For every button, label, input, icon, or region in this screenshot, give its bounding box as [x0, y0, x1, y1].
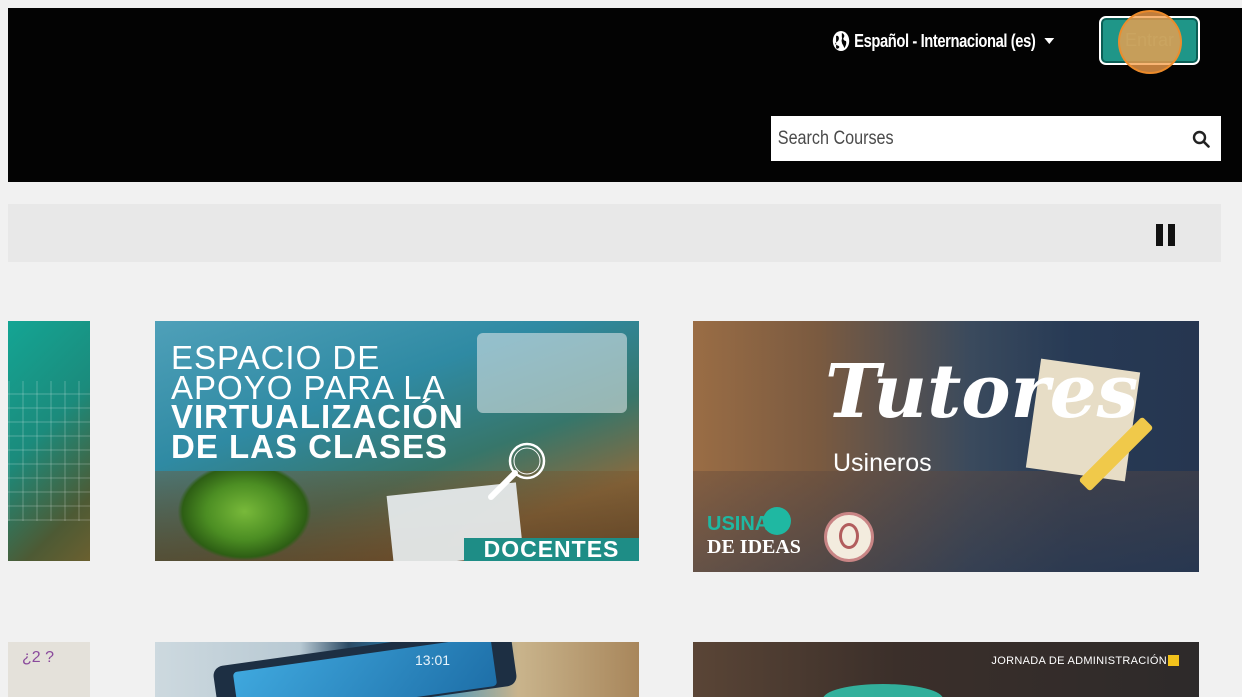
search-button[interactable]: [1181, 116, 1221, 161]
usina-logo: USINA DE IDEAS: [707, 507, 817, 563]
magnifier-icon: [488, 442, 546, 500]
course-card-tutores[interactable]: Tutores Usineros USINA DE IDEAS: [693, 321, 1199, 572]
search-courses: [771, 116, 1221, 161]
course-title-line: DE LAS CLASES: [171, 428, 449, 465]
pause-icon-bar: [1168, 224, 1175, 246]
globe-icon: [832, 31, 850, 51]
pause-button[interactable]: [1156, 224, 1176, 246]
course-card-partial[interactable]: ¿2 ?: [8, 642, 90, 697]
course-ribbon: DOCENTES: [464, 536, 639, 561]
course-image: [8, 381, 90, 521]
seal-mark: [839, 523, 859, 549]
plant-image: [177, 471, 312, 561]
page: Español - Internacional (es) Entrar ESPA…: [0, 0, 1242, 697]
course-card-tablet[interactable]: 13:01: [155, 642, 639, 697]
language-menu[interactable]: Español - Internacional (es): [832, 28, 1055, 54]
carousel-controls: [8, 204, 1221, 262]
keyboard-image: [477, 333, 627, 413]
course-subtitle: Usineros: [833, 449, 932, 477]
tablet-time: 13:01: [415, 652, 451, 668]
pause-icon: [1156, 224, 1163, 246]
course-card-virtualizacion[interactable]: ESPACIO DE APOYO PARA LA VIRTUALIZACIÓN …: [155, 321, 639, 561]
search-input[interactable]: [771, 116, 1120, 161]
course-card-partial[interactable]: [8, 321, 90, 561]
teal-graphic: [823, 684, 943, 697]
language-label: Español - Internacional (es): [854, 30, 1036, 51]
top-strip: [0, 0, 1242, 8]
caret-down-icon: [1044, 38, 1055, 44]
event-label: JORNADA DE ADMINISTRACIÓN: [991, 655, 1167, 667]
logo-text-bottom: DE IDEAS: [707, 536, 801, 558]
institution-seal: [824, 512, 874, 562]
math-doodle-image: ¿2 ?: [22, 649, 55, 666]
search-icon: [1192, 130, 1210, 148]
course-card-jornada[interactable]: JORNADA DE ADMINISTRACIÓN: [693, 642, 1199, 697]
login-button[interactable]: Entrar: [1099, 16, 1200, 65]
logo-text-top: USINA: [707, 513, 770, 535]
course-title: Tutores: [825, 349, 1139, 435]
yellow-square-icon: [1168, 655, 1179, 666]
